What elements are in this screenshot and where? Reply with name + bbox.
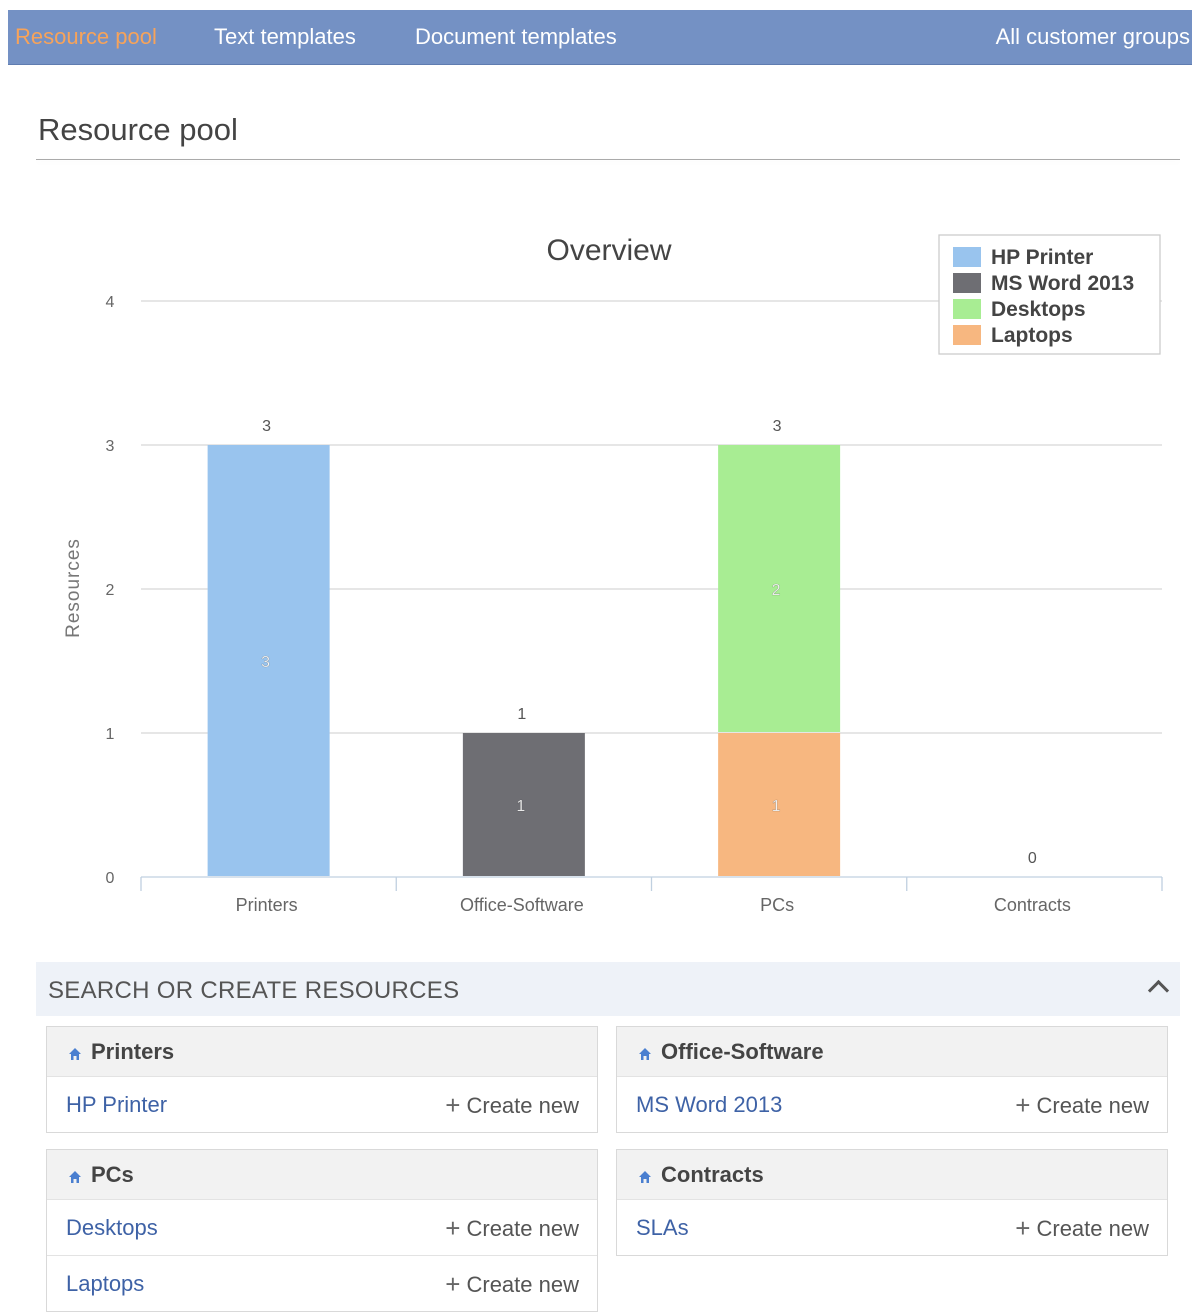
resource-group-title: Office-Software (661, 1039, 824, 1064)
home-icon (639, 1048, 651, 1060)
bar-segment-label: 1 (516, 798, 525, 815)
resource-group-header: Office-Software (617, 1027, 1167, 1077)
legend-label: MS Word 2013 (991, 272, 1134, 295)
resource-link[interactable]: Desktops (66, 1200, 158, 1256)
create-new-label: Create new (466, 1272, 579, 1297)
search-create-panel-header: SEARCH OR CREATE RESOURCES (36, 962, 1180, 1016)
x-tick-label: PCs (760, 895, 794, 915)
plus-icon: + (445, 1090, 461, 1120)
resource-link[interactable]: SLAs (636, 1200, 689, 1256)
legend-label: HP Printer (991, 246, 1093, 269)
create-new-label: Create new (466, 1093, 579, 1118)
legend-swatch (953, 273, 981, 293)
resource-group-header: Printers (47, 1027, 597, 1077)
plus-icon: + (1015, 1213, 1031, 1243)
resource-row: SLAs + Create new (617, 1200, 1167, 1255)
resource-group-header: Contracts (617, 1150, 1167, 1200)
resource-row: MS Word 2013 + Create new (617, 1077, 1167, 1132)
bar-total-label: 3 (773, 418, 782, 435)
resource-group-card-printers: Printers HP Printer + Create new (46, 1026, 598, 1133)
resource-group-card-contracts: Contracts SLAs + Create new (616, 1149, 1168, 1256)
create-new-button[interactable]: + Create new (1015, 1200, 1149, 1257)
resource-group-card-office-software: Office-Software MS Word 2013 + Create new (616, 1026, 1168, 1133)
x-tick-label: Printers (236, 895, 298, 915)
resource-group-card-pcs: PCs Desktops + Create new Laptops + Create… (46, 1149, 598, 1312)
y-tick-label: 3 (106, 438, 115, 455)
y-axis-label: Resources (63, 538, 84, 638)
legend-swatch (953, 299, 981, 319)
resource-link[interactable]: HP Printer (66, 1077, 167, 1133)
legend-label: Laptops (991, 324, 1073, 347)
legend-swatch (953, 247, 981, 267)
nav-tab-document-templates[interactable]: Document templates (415, 10, 617, 64)
resource-group-title: Printers (91, 1039, 175, 1064)
create-new-button[interactable]: + Create new (445, 1256, 579, 1313)
create-new-label: Create new (1036, 1093, 1149, 1118)
y-tick-label: 1 (106, 726, 115, 743)
resource-link[interactable]: Laptops (66, 1256, 144, 1312)
resource-row: Laptops + Create new (47, 1256, 597, 1311)
bar-segment-label: 3 (261, 654, 270, 671)
bar-total-label: 3 (262, 418, 271, 435)
create-new-button[interactable]: + Create new (1015, 1077, 1149, 1134)
home-icon (69, 1048, 81, 1060)
title-divider (36, 159, 1180, 160)
top-nav: Resource pool Text templates Document te… (8, 10, 1192, 65)
nav-tab-resource-pool[interactable]: Resource pool (15, 10, 157, 64)
page-title: Resource pool (38, 112, 238, 147)
plus-icon: + (445, 1213, 461, 1243)
create-new-label: Create new (1036, 1216, 1149, 1241)
legend-swatch (953, 325, 981, 345)
chart-title: Overview (546, 234, 671, 267)
resource-row: Desktops + Create new (47, 1200, 597, 1256)
create-new-button[interactable]: + Create new (445, 1077, 579, 1134)
bar-total-label: 1 (517, 706, 526, 723)
create-new-button[interactable]: + Create new (445, 1200, 579, 1257)
home-icon (69, 1171, 81, 1183)
resource-group-title: PCs (91, 1162, 134, 1187)
bar-segment-label: 1 (772, 798, 781, 815)
customer-group-selector[interactable]: All customer groups (996, 10, 1190, 64)
legend-label: Desktops (991, 298, 1086, 321)
bar-total-label: 0 (1028, 850, 1037, 867)
resource-group-header: PCs (47, 1150, 597, 1200)
y-tick-label: 0 (106, 870, 115, 887)
panel-title: SEARCH OR CREATE RESOURCES (48, 977, 460, 1004)
overview-chart: 0 1 2 3 4 3 3 Printers 1 1 Office-Software 1 2 3 PCs 0 C… (63, 234, 1163, 915)
home-icon (639, 1171, 651, 1183)
x-tick-label: Contracts (994, 895, 1071, 915)
plus-icon: + (445, 1269, 461, 1299)
create-new-label: Create new (466, 1216, 579, 1241)
resource-link[interactable]: MS Word 2013 (636, 1077, 782, 1133)
resource-group-title: Contracts (661, 1162, 764, 1187)
plus-icon: + (1015, 1090, 1031, 1120)
y-tick-label: 4 (106, 294, 115, 311)
y-tick-label: 2 (106, 582, 115, 599)
nav-tab-text-templates[interactable]: Text templates (214, 10, 356, 64)
chevron-up-icon[interactable] (1147, 979, 1170, 1002)
bar-segment-label: 2 (772, 582, 781, 599)
x-tick-label: Office-Software (460, 895, 584, 915)
resource-row: HP Printer + Create new (47, 1077, 597, 1132)
